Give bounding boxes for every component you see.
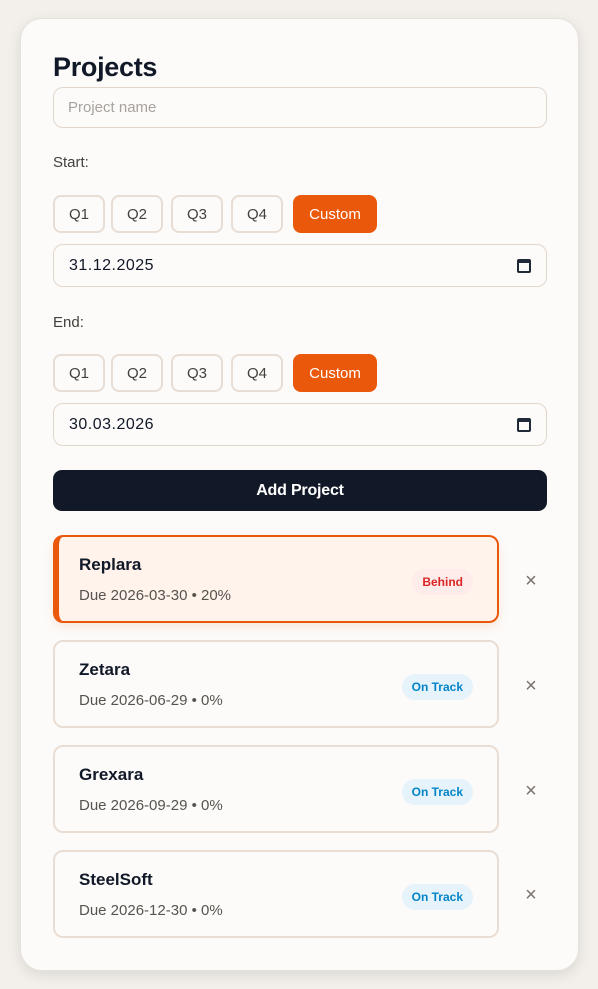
remove-project-button[interactable]: × bbox=[519, 779, 543, 803]
projects-card: Projects Start: Q1 Q2 Q3 Q4 Custom 31.12… bbox=[20, 18, 579, 971]
status-badge: On Track bbox=[401, 779, 473, 805]
remove-project-button[interactable]: × bbox=[519, 674, 543, 698]
end-custom-button[interactable]: Custom bbox=[293, 354, 377, 392]
end-q4-button[interactable]: Q4 bbox=[231, 354, 283, 392]
page-title: Projects bbox=[53, 52, 158, 82]
project-due-progress: Due 2026-12-30 • 0% bbox=[79, 902, 223, 919]
project-name: Grexara bbox=[79, 765, 144, 784]
start-date-value: 31.12.2025 bbox=[69, 256, 155, 274]
start-q3-button[interactable]: Q3 bbox=[171, 195, 223, 233]
start-q1-button[interactable]: Q1 bbox=[53, 195, 105, 233]
end-q1-button[interactable]: Q1 bbox=[53, 354, 105, 392]
status-badge: On Track bbox=[401, 674, 473, 700]
close-icon: × bbox=[525, 883, 537, 906]
project-name-input[interactable] bbox=[53, 87, 547, 128]
project-name: Replara bbox=[79, 555, 142, 574]
close-icon: × bbox=[525, 674, 537, 697]
calendar-icon[interactable] bbox=[517, 259, 531, 273]
end-q2-button[interactable]: Q2 bbox=[111, 354, 163, 392]
project-item[interactable]: Replara Due 2026-03-30 • 20% Behind bbox=[53, 535, 499, 623]
project-name: SteelSoft bbox=[79, 870, 153, 889]
add-project-button[interactable]: Add Project bbox=[53, 470, 547, 511]
project-due-progress: Due 2026-03-30 • 20% bbox=[79, 587, 232, 604]
project-name: Zetara bbox=[79, 660, 131, 679]
close-icon: × bbox=[525, 569, 537, 592]
start-date-input[interactable]: 31.12.2025 bbox=[53, 244, 547, 287]
status-badge: On Track bbox=[401, 884, 473, 910]
remove-project-button[interactable]: × bbox=[519, 569, 543, 593]
end-date-value: 30.03.2026 bbox=[69, 415, 155, 433]
end-q3-button[interactable]: Q3 bbox=[171, 354, 223, 392]
remove-project-button[interactable]: × bbox=[519, 883, 543, 907]
close-icon: × bbox=[525, 779, 537, 802]
project-item[interactable]: Zetara Due 2026-06-29 • 0% On Track bbox=[53, 640, 499, 728]
calendar-icon[interactable] bbox=[517, 418, 531, 432]
start-q2-button[interactable]: Q2 bbox=[111, 195, 163, 233]
start-custom-button[interactable]: Custom bbox=[293, 195, 377, 233]
start-label: Start: bbox=[53, 154, 89, 171]
project-due-progress: Due 2026-09-29 • 0% bbox=[79, 797, 223, 814]
end-label: End: bbox=[53, 314, 84, 331]
status-badge: Behind bbox=[412, 569, 473, 595]
project-item[interactable]: Grexara Due 2026-09-29 • 0% On Track bbox=[53, 745, 499, 833]
project-item[interactable]: SteelSoft Due 2026-12-30 • 0% On Track bbox=[53, 850, 499, 938]
end-date-input[interactable]: 30.03.2026 bbox=[53, 403, 547, 446]
project-due-progress: Due 2026-06-29 • 0% bbox=[79, 692, 223, 709]
start-q4-button[interactable]: Q4 bbox=[231, 195, 283, 233]
